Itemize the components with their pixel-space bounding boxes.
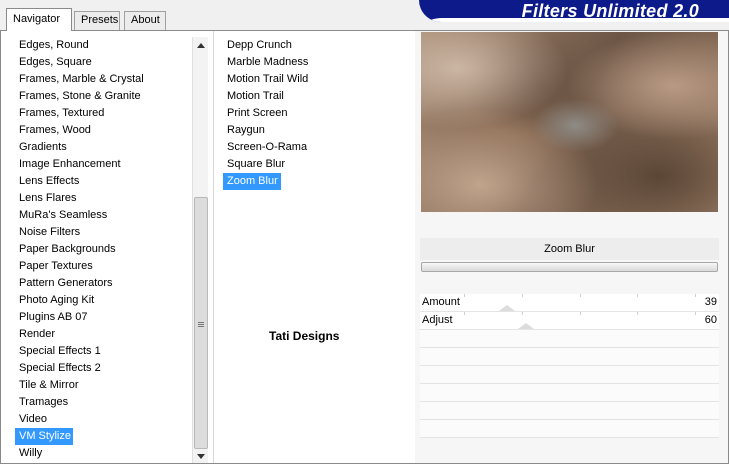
category-item[interactable]: Pattern Generators	[15, 275, 195, 292]
param-label: Adjust	[422, 314, 453, 326]
preview-image	[421, 32, 718, 212]
category-item[interactable]: Paper Textures	[15, 258, 195, 275]
tab-about[interactable]: About	[124, 11, 166, 30]
category-item[interactable]: Lens Effects	[15, 173, 195, 190]
grip-icon	[198, 322, 204, 328]
scroll-down-icon[interactable]	[197, 454, 205, 459]
category-item[interactable]: Image Enhancement	[15, 156, 195, 173]
category-item[interactable]: Noise Filters	[15, 224, 195, 241]
category-item[interactable]: VM Stylize	[15, 428, 73, 445]
param-slider-empty	[420, 402, 719, 420]
tab-bar: Navigator Presets About Filters Unlimite…	[0, 0, 729, 31]
category-item[interactable]: Special Effects 1	[15, 343, 195, 360]
category-item[interactable]: Paper Backgrounds	[15, 241, 195, 258]
brand-title: Filters Unlimited 2.0	[521, 1, 699, 21]
filter-item[interactable]: Marble Madness	[223, 54, 393, 71]
category-item[interactable]: Tramages	[15, 394, 195, 411]
category-item[interactable]: Frames, Textured	[15, 105, 195, 122]
category-item[interactable]: Video	[15, 411, 195, 428]
slider-marker-icon[interactable]	[499, 305, 516, 311]
category-item[interactable]: Edges, Square	[15, 54, 195, 71]
category-item[interactable]: Special Effects 2	[15, 360, 195, 377]
category-item[interactable]: Frames, Marble & Crystal	[15, 71, 195, 88]
param-label: Amount	[422, 296, 460, 308]
filter-item[interactable]: Motion Trail	[223, 88, 393, 105]
category-item[interactable]: Gradients	[15, 139, 195, 156]
slider-ticks	[464, 294, 696, 311]
filter-item[interactable]: Zoom Blur	[223, 173, 281, 190]
param-value: 39	[704, 296, 717, 308]
filter-item[interactable]: Motion Trail Wild	[223, 71, 393, 88]
category-item[interactable]: Frames, Stone & Granite	[15, 88, 195, 105]
filter-item[interactable]: Screen-O-Rama	[223, 139, 393, 156]
param-slider-adjust[interactable]: Adjust 60	[420, 312, 719, 330]
param-slider-empty	[420, 366, 719, 384]
brand-banner: Filters Unlimited 2.0	[419, 0, 729, 22]
category-item[interactable]: Edges, Round	[15, 37, 195, 54]
param-slider-empty	[420, 384, 719, 402]
filter-item[interactable]: Square Blur	[223, 156, 393, 173]
category-item[interactable]: Frames, Wood	[15, 122, 195, 139]
slider-ticks	[464, 312, 696, 329]
filter-item[interactable]: Depp Crunch	[223, 37, 393, 54]
scrollbar-thumb[interactable]	[194, 197, 208, 449]
param-slider-empty	[420, 348, 719, 366]
filter-author: Tati Designs	[269, 329, 340, 343]
param-slider-amount[interactable]: Amount 39	[420, 294, 719, 312]
category-scrollbar[interactable]	[192, 37, 208, 463]
slider-marker-icon[interactable]	[518, 323, 535, 329]
parameter-list: Amount 39 Adjust 60	[420, 294, 719, 438]
category-item[interactable]: Lens Flares	[15, 190, 195, 207]
scroll-up-icon[interactable]	[197, 43, 205, 48]
category-item[interactable]: Willy	[15, 445, 195, 462]
divider	[213, 31, 214, 463]
filter-list: Depp Crunch Marble Madness Motion Trail Wi…	[223, 37, 393, 190]
category-item[interactable]: Plugins AB 07	[15, 309, 195, 326]
param-value: 60	[704, 314, 717, 326]
tab-presets[interactable]: Presets	[74, 11, 120, 30]
category-item[interactable]: Tile & Mirror	[15, 377, 195, 394]
category-list: Edges, Round Edges, Square Frames, Marble …	[15, 37, 195, 462]
tab-navigator[interactable]: Navigator	[6, 8, 72, 31]
category-item[interactable]: Photo Aging Kit	[15, 292, 195, 309]
filter-item[interactable]: Print Screen	[223, 105, 393, 122]
progress-bar	[421, 262, 718, 272]
param-slider-empty	[420, 330, 719, 348]
preview-filter-name: Zoom Blur	[420, 238, 719, 260]
category-item[interactable]: MuRa's Seamless	[15, 207, 195, 224]
category-item[interactable]: Render	[15, 326, 195, 343]
param-slider-empty	[420, 420, 719, 438]
filter-item[interactable]: Raygun	[223, 122, 393, 139]
